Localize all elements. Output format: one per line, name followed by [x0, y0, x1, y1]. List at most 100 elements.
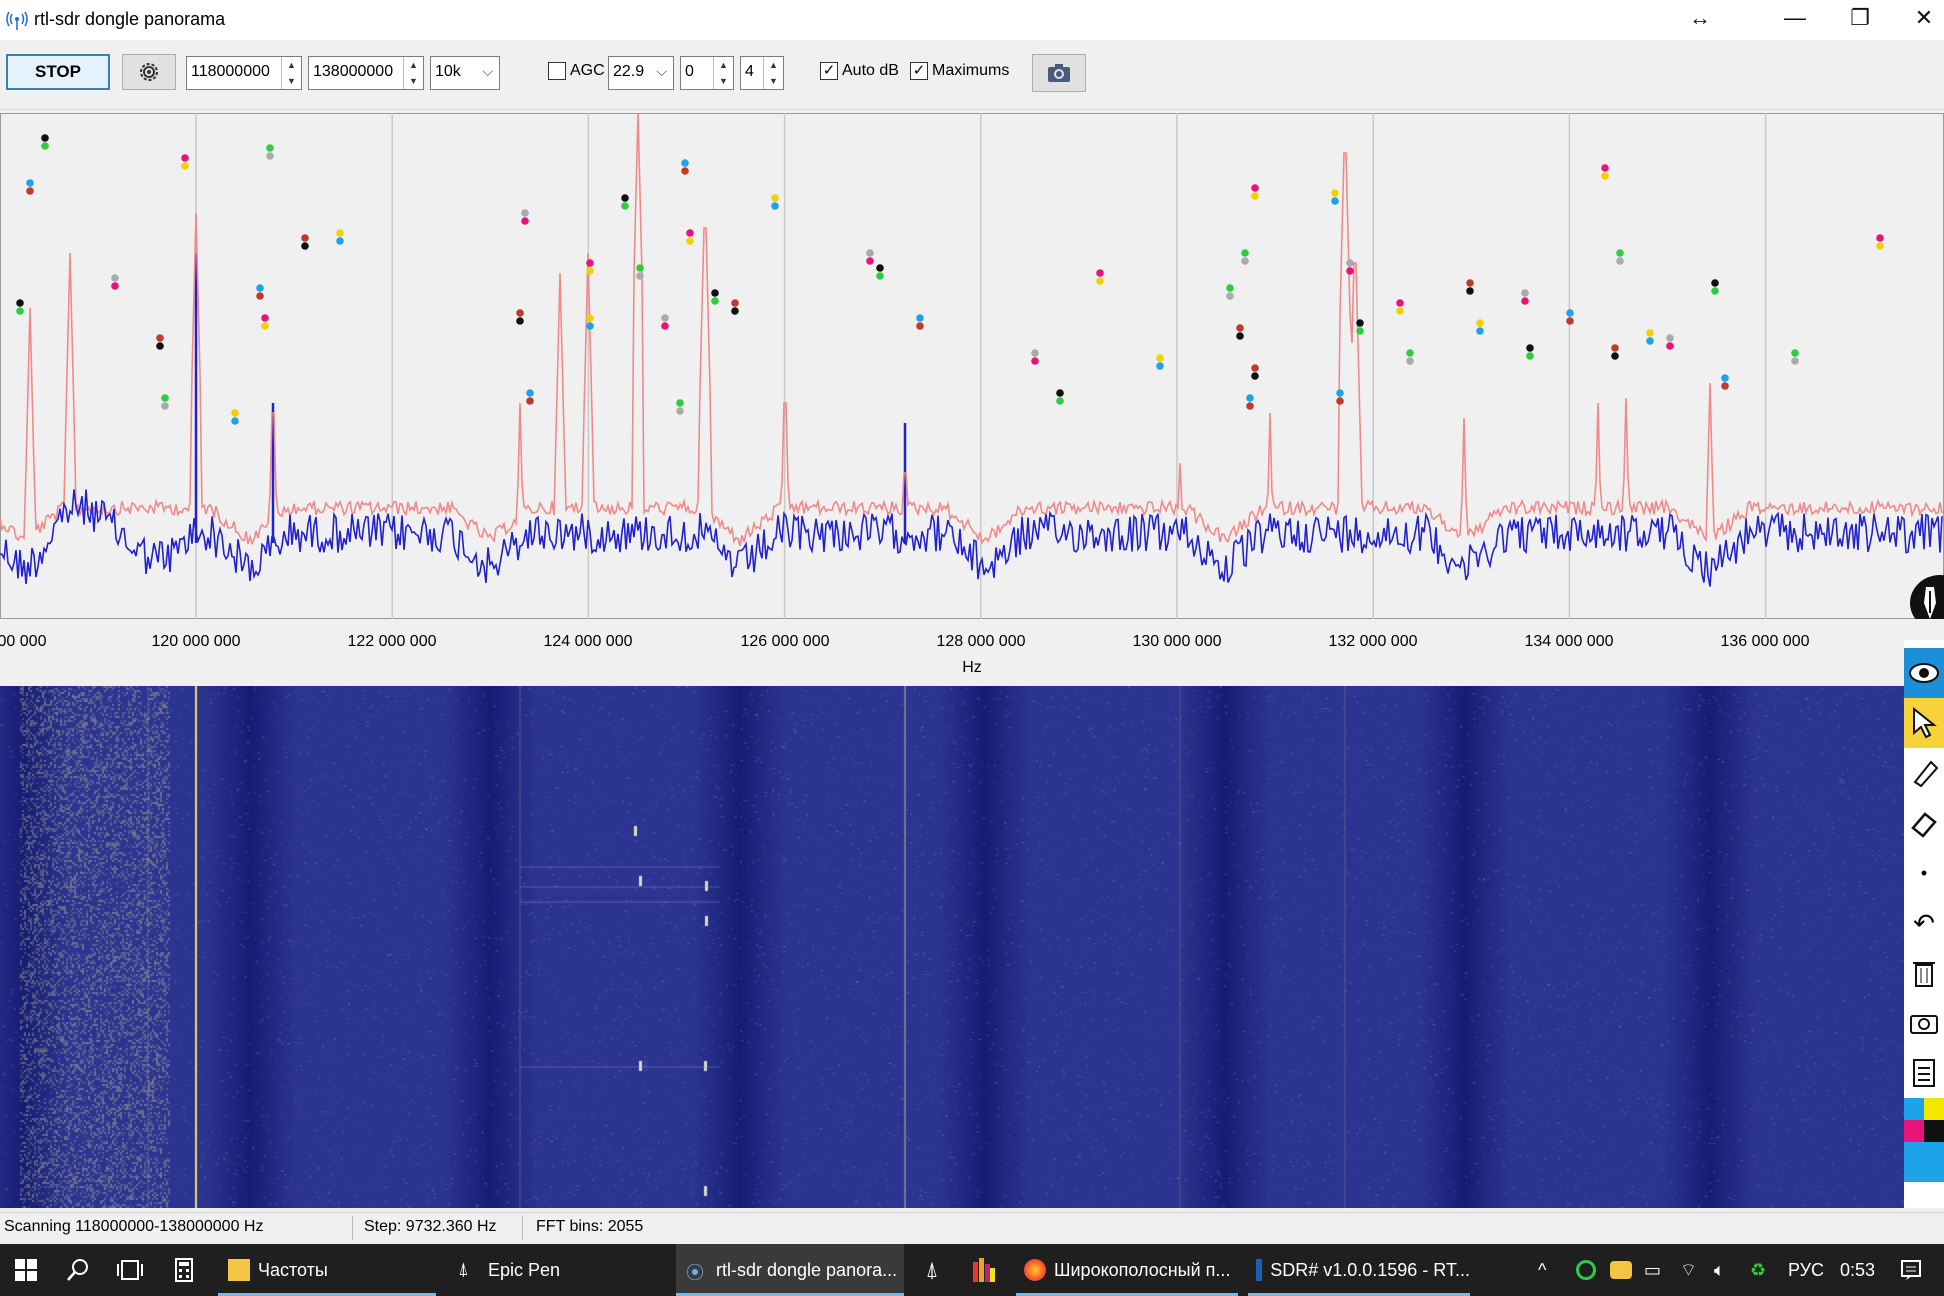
- end-frequency-value: 138000000: [313, 63, 394, 80]
- peak-marker-dot: [586, 267, 594, 275]
- step-select[interactable]: 10k ⌵: [430, 56, 500, 90]
- eraser-icon[interactable]: [1904, 798, 1944, 848]
- peak-marker-dot: [521, 217, 529, 225]
- clock[interactable]: 0:53: [1840, 1244, 1875, 1296]
- task-rtl-sdr-panorama[interactable]: ⦿ rtl-sdr dongle panora...: [676, 1244, 904, 1296]
- scan-range-status: Scanning 118000000-138000000 Hz: [4, 1218, 264, 1235]
- spin-down-icon[interactable]: ▼: [282, 73, 301, 89]
- agc-checkbox[interactable]: [548, 62, 566, 80]
- tick-label: 130 000 000: [1132, 633, 1222, 650]
- peak-marker-dot: [621, 202, 629, 210]
- task-label: Частоты: [258, 1259, 328, 1280]
- app-colorful-icon[interactable]: [960, 1244, 1008, 1296]
- peak-marker-dot: [681, 159, 689, 167]
- resize-arrows-button[interactable]: ↔: [1670, 0, 1730, 36]
- peak-marker-dot: [661, 314, 669, 322]
- minimize-button[interactable]: —: [1765, 0, 1825, 36]
- peak-marker-dot: [1666, 342, 1674, 350]
- peak-marker-dot: [1236, 324, 1244, 332]
- peak-marker-dot: [1331, 189, 1339, 197]
- maximums-label: Maximums: [932, 62, 1010, 79]
- snapshot-button[interactable]: [1032, 54, 1086, 92]
- maximize-button[interactable]: ❐: [1830, 0, 1890, 36]
- spin-up-icon[interactable]: ▲: [714, 57, 733, 73]
- notifications-icon[interactable]: [1900, 1244, 1922, 1296]
- language-indicator[interactable]: РУС: [1788, 1244, 1824, 1296]
- settings-button[interactable]: [122, 54, 176, 90]
- peak-marker-dot: [1251, 192, 1259, 200]
- averaging-input[interactable]: 4 ▲ ▼: [740, 56, 784, 90]
- calculator-icon[interactable]: [160, 1244, 208, 1296]
- waterfall-display[interactable]: [0, 686, 1904, 1208]
- pen-icon: ⍋: [458, 1259, 469, 1279]
- peak-marker-dot: [916, 314, 924, 322]
- task-epic-pen[interactable]: ⍋ Epic Pen: [448, 1244, 666, 1296]
- eye-icon[interactable]: [1904, 648, 1944, 698]
- step-value: 10k: [435, 63, 461, 80]
- epic-pen-tray-icon[interactable]: ⍋: [908, 1244, 956, 1296]
- task-view-icon[interactable]: [106, 1244, 154, 1296]
- tick-label: 128 000 000: [936, 633, 1026, 650]
- spin-down-icon[interactable]: ▼: [714, 73, 733, 89]
- pen-icon[interactable]: [1904, 748, 1944, 798]
- task-chastoty[interactable]: Частоты: [218, 1244, 436, 1296]
- peak-marker-dot: [686, 237, 694, 245]
- chevron-down-icon: ⌵: [482, 63, 493, 79]
- peak-marker-dot: [876, 264, 884, 272]
- camera-icon: [1048, 64, 1070, 82]
- color-palette-icon[interactable]: [1904, 1098, 1944, 1208]
- peak-marker-dot: [261, 314, 269, 322]
- search-icon[interactable]: [54, 1244, 102, 1296]
- peak-marker-dot: [1236, 332, 1244, 340]
- peak-marker-dot: [1251, 184, 1259, 192]
- trash-icon[interactable]: [1904, 948, 1944, 998]
- peak-marker-dot: [711, 297, 719, 305]
- tray-weather-icon[interactable]: [1610, 1244, 1632, 1296]
- peak-marker-dot: [1566, 317, 1574, 325]
- task-firefox[interactable]: Широкополосный п...: [1016, 1244, 1238, 1296]
- spin-up-icon[interactable]: ▲: [282, 57, 301, 73]
- cursor-icon[interactable]: [1904, 698, 1944, 748]
- spin-up-icon[interactable]: ▲: [764, 57, 783, 73]
- spin-down-icon[interactable]: ▼: [764, 73, 783, 89]
- stop-button[interactable]: STOP: [6, 54, 110, 90]
- battery-icon[interactable]: ▭: [1644, 1244, 1661, 1296]
- peak-marker-dot: [1721, 374, 1729, 382]
- offset-input[interactable]: 0 ▲ ▼: [680, 56, 734, 90]
- wifi-icon[interactable]: ⌔: [1680, 1244, 1697, 1296]
- gain-value: 22.9: [613, 63, 645, 80]
- tray-chevron-icon[interactable]: ^: [1538, 1244, 1546, 1296]
- volume-icon[interactable]: 🔈︎: [1714, 1244, 1725, 1296]
- camera-icon[interactable]: [1904, 998, 1944, 1048]
- peak-marker-dot: [256, 284, 264, 292]
- task-sdrsharp[interactable]: SDR# v1.0.0.1596 - RT...: [1248, 1244, 1470, 1296]
- windows-start-icon[interactable]: [2, 1244, 50, 1296]
- spin-up-icon[interactable]: ▲: [404, 57, 423, 73]
- peak-marker-dot: [1241, 249, 1249, 257]
- list-icon[interactable]: [1904, 1048, 1944, 1098]
- spin-down-icon[interactable]: ▼: [404, 73, 423, 89]
- gain-select[interactable]: 22.9 ⌵: [608, 56, 674, 90]
- maximums-checkbox[interactable]: ✓: [910, 62, 928, 80]
- peak-marker-dot: [161, 402, 169, 410]
- peak-marker-dot: [1526, 352, 1534, 360]
- peak-marker-dot: [1356, 327, 1364, 335]
- peak-marker-dot: [521, 209, 529, 217]
- peak-marker-dot: [1346, 259, 1354, 267]
- offset-value: 0: [685, 63, 694, 80]
- start-frequency-input[interactable]: 118000000 ▲ ▼: [186, 56, 302, 90]
- close-button[interactable]: ✕: [1894, 0, 1944, 36]
- undo-icon[interactable]: ↶: [1904, 898, 1944, 948]
- tray-green-icon[interactable]: [1576, 1244, 1596, 1296]
- autodb-checkbox[interactable]: ✓: [820, 62, 838, 80]
- peak-marker-dot: [1646, 337, 1654, 345]
- peak-marker-dot: [586, 259, 594, 267]
- peak-marker-dot: [876, 272, 884, 280]
- end-frequency-input[interactable]: 138000000 ▲ ▼: [308, 56, 424, 90]
- peak-marker-dot: [1356, 319, 1364, 327]
- peak-marker-dot: [1476, 327, 1484, 335]
- dot-icon[interactable]: •: [1904, 848, 1944, 898]
- sync-icon[interactable]: ♻︎: [1750, 1244, 1766, 1296]
- spectrum-plot[interactable]: [0, 113, 1944, 619]
- peak-marker-dot: [1711, 287, 1719, 295]
